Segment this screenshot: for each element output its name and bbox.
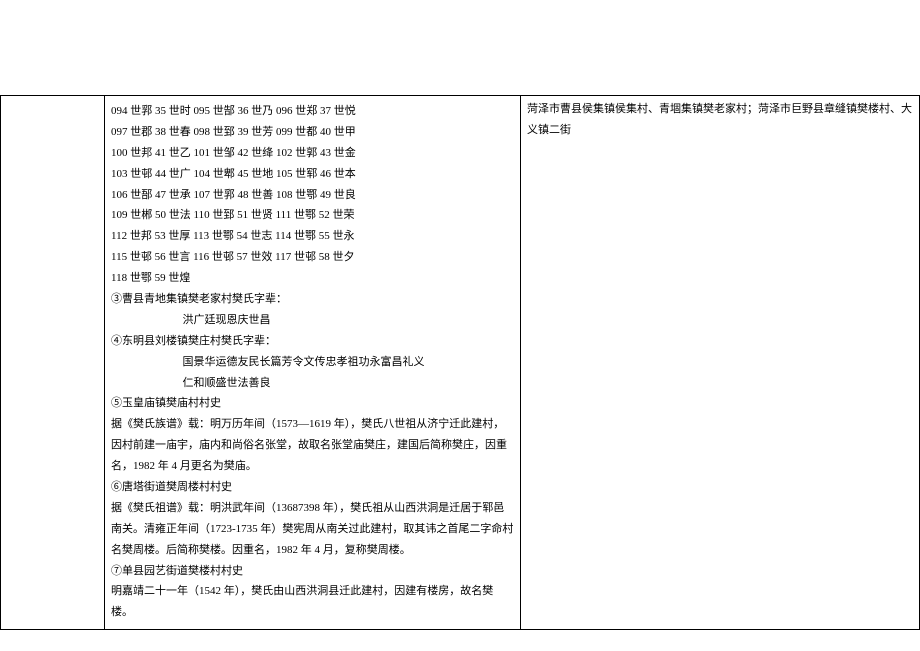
gen-line: 115 世邨 56 世言 116 世邨 57 世效 117 世邨 58 世夕 bbox=[111, 247, 514, 268]
item3-content: 洪广廷现恩庆世昌 bbox=[111, 310, 514, 331]
item4-title: ④东明县刘楼镇樊庄村樊氏字辈： bbox=[111, 331, 514, 352]
table-row: 094 世郛 35 世时 095 世郜 36 世乃 096 世郑 37 世悦 0… bbox=[1, 96, 920, 630]
gen-line: 112 世邦 53 世厚 113 世鄂 54 世志 114 世鄂 55 世永 bbox=[111, 226, 514, 247]
document-page: 094 世郛 35 世时 095 世郜 36 世乃 096 世郑 37 世悦 0… bbox=[0, 0, 920, 651]
gen-line: 100 世邦 41 世乙 101 世邹 42 世绛 102 世郭 43 世金 bbox=[111, 143, 514, 164]
gen-line: 103 世邨 44 世广 104 世郫 45 世地 105 世郓 46 世本 bbox=[111, 164, 514, 185]
left-cell bbox=[1, 96, 105, 630]
item4-content-line1: 国景华运德友民长篇芳令文传忠孝祖功永富昌礼义 bbox=[111, 352, 514, 373]
middle-cell: 094 世郛 35 世时 095 世郜 36 世乃 096 世郑 37 世悦 0… bbox=[105, 96, 521, 630]
gen-line: 097 世郡 38 世春 098 世郅 39 世芳 099 世都 40 世甲 bbox=[111, 122, 514, 143]
gen-line: 106 世郚 47 世承 107 世郛 48 世善 108 世鄂 49 世良 bbox=[111, 185, 514, 206]
generation-lines: 094 世郛 35 世时 095 世郜 36 世乃 096 世郑 37 世悦 0… bbox=[111, 101, 514, 289]
item5-title: ⑤玉皇庙镇樊庙村村史 bbox=[111, 393, 514, 414]
gen-line: 109 世郴 50 世法 110 世郅 51 世贤 111 世鄂 52 世荣 bbox=[111, 205, 514, 226]
gen-line: 094 世郛 35 世时 095 世郜 36 世乃 096 世郑 37 世悦 bbox=[111, 101, 514, 122]
item4-content-line2: 仁和顺盛世法善良 bbox=[111, 373, 514, 394]
right-text: 菏泽市曹县侯集镇侯集村、青堌集镇樊老家村；菏泽市巨野县章缝镇樊楼村、大义镇二街 bbox=[527, 99, 913, 141]
item3-title: ③曹县青地集镇樊老家村樊氏字辈： bbox=[111, 289, 514, 310]
item7-paragraph: 明嘉靖二十一年（1542 年），樊氏由山西洪洞县迁此建村，因建有楼房，故名樊楼。 bbox=[111, 581, 514, 623]
gen-line: 118 世鄂 59 世煌 bbox=[111, 268, 514, 289]
item6-title: ⑥唐塔街道樊周楼村村史 bbox=[111, 477, 514, 498]
item5-paragraph: 据《樊氏族谱》载：明万历年间（1573—1619 年），樊氏八世祖从济宁迁此建村… bbox=[111, 414, 514, 477]
item6-paragraph: 据《樊氏祖谱》载：明洪武年间（13687398 年），樊氏祖从山西洪洞是迁居于郓… bbox=[111, 498, 514, 561]
right-cell: 菏泽市曹县侯集镇侯集村、青堌集镇樊老家村；菏泽市巨野县章缝镇樊楼村、大义镇二街 bbox=[521, 96, 920, 630]
item7-title: ⑦单县园艺街道樊楼村村史 bbox=[111, 561, 514, 582]
content-table: 094 世郛 35 世时 095 世郜 36 世乃 096 世郑 37 世悦 0… bbox=[0, 95, 920, 630]
